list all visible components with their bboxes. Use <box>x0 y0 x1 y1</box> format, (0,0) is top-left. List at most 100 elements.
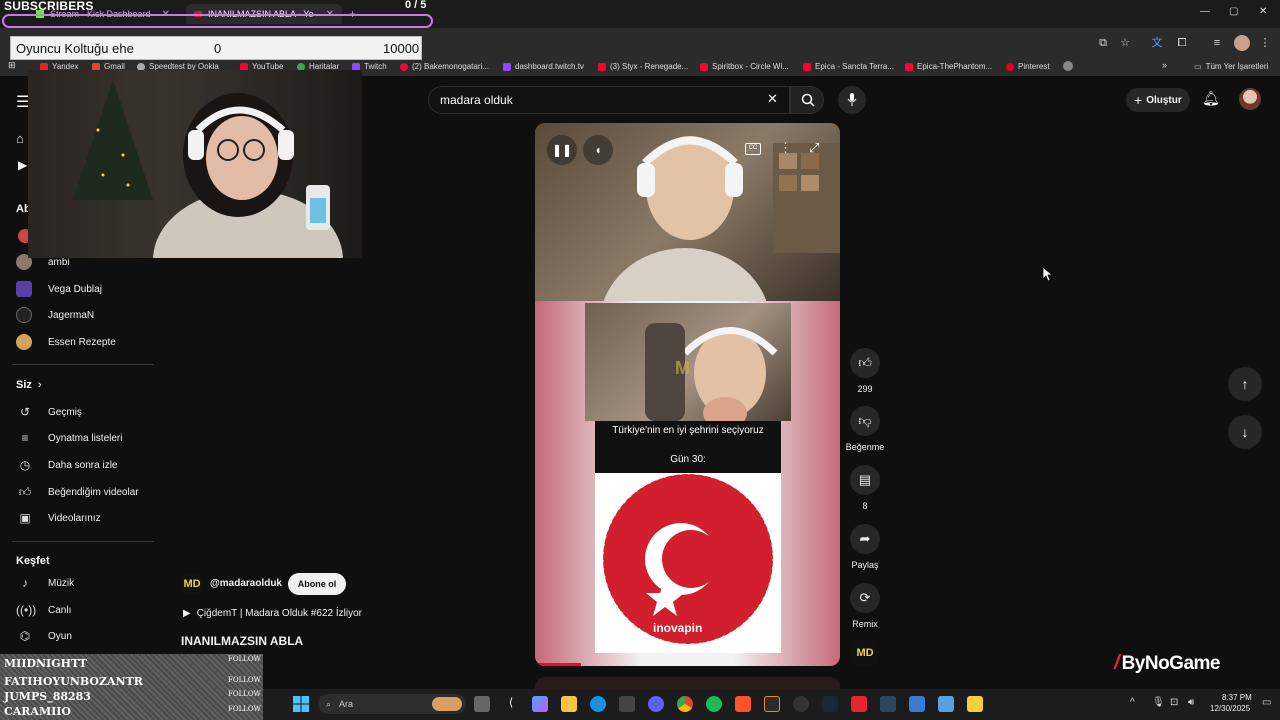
next-short-preview[interactable] <box>535 677 840 689</box>
bookmark-epica-sancta[interactable]: Epica - Sancta Terra... <box>803 62 894 71</box>
spotify-icon[interactable] <box>706 696 722 712</box>
settings-gear-icon[interactable] <box>909 696 925 712</box>
maximize-icon[interactable]: ▢ <box>1229 6 1238 17</box>
account-avatar[interactable] <box>1239 88 1261 110</box>
microphone-icon <box>847 93 857 106</box>
bookmark-spiritbox[interactable]: Spiritbox - Circle Wi... <box>700 62 789 71</box>
notifications-bell-icon[interactable]: 🔔︎ <box>1202 90 1220 107</box>
fullscreen-icon[interactable]: ⤢ <box>809 140 819 156</box>
sidebar-item-label: Daha sonra izle <box>48 459 118 471</box>
extensions-icon[interactable]: ⧠ <box>1175 36 1189 50</box>
profile-avatar[interactable] <box>1234 35 1250 51</box>
app-yellow-icon[interactable] <box>967 696 983 712</box>
network-icon[interactable]: ⊡ <box>1170 697 1178 708</box>
volume-button[interactable]: ◖ <box>583 135 613 165</box>
more-options-icon[interactable]: ⋮ <box>779 140 792 156</box>
captions-icon[interactable]: CC <box>745 143 761 155</box>
bookmark-epica-phantom[interactable]: Epica-ThePhantom... <box>905 62 992 71</box>
sidebar-item-gaming[interactable]: ⌬ Oyun <box>16 626 72 646</box>
photos-icon[interactable] <box>938 696 954 712</box>
search-icon: ⌕ <box>326 698 332 709</box>
brave-icon[interactable] <box>735 696 751 712</box>
minimize-icon[interactable]: — <box>1200 6 1210 17</box>
sidebar-item-watch-later[interactable]: ◷ Daha sonra izle <box>16 455 118 475</box>
windows-start-icon[interactable] <box>293 696 309 712</box>
bookmark-twitch-dashboard[interactable]: dashboard.twitch.tv <box>503 62 584 71</box>
sidebar-item-history[interactable]: ↺ Geçmiş <box>16 402 82 422</box>
steam-icon[interactable] <box>822 696 838 712</box>
short-video-player[interactable]: M Türkiye'nin en iyi şehrini seçiyoruz G… <box>535 123 840 666</box>
task-view-icon[interactable] <box>474 696 490 712</box>
sidebar-item-label: Vega Dublaj <box>48 283 102 295</box>
media-controls-icon[interactable]: ≡ <box>1210 36 1224 50</box>
bookmark-styx[interactable]: (3) Styx - Renegade... <box>598 62 688 71</box>
voice-search-button[interactable] <box>838 86 866 114</box>
volume-tray-icon[interactable]: 🔊︎ <box>1188 697 1194 708</box>
github-icon[interactable] <box>793 696 809 712</box>
browser-menu-icon[interactable]: ⋮ <box>1258 36 1272 50</box>
previous-short-button[interactable]: ↑ <box>1228 367 1262 401</box>
tray-overflow-icon[interactable]: ^ <box>1130 697 1135 708</box>
like-button[interactable]: 👍︎ 299 <box>850 348 880 394</box>
discord-icon[interactable] <box>648 696 664 712</box>
next-short-button[interactable]: ↓ <box>1228 415 1262 449</box>
bookmark-star-icon[interactable]: ☆ <box>1118 36 1132 50</box>
clock-time[interactable]: 8:37 PM <box>1222 693 1252 702</box>
subscribe-button[interactable]: Abone ol <box>288 573 346 595</box>
window-close-icon[interactable]: ✕ <box>1259 6 1267 17</box>
sidebar-item-jagerman[interactable]: JagermaN <box>16 305 94 325</box>
clock-date[interactable]: 12/30/2025 <box>1210 704 1250 713</box>
create-button[interactable]: + Oluştur <box>1126 88 1190 112</box>
notification-center-icon[interactable]: ▭ <box>1262 697 1271 708</box>
related-live-link[interactable]: ▶ ÇiğdemT | Madara Olduk #622 İzliyor <box>183 608 362 619</box>
translate-extension-icon[interactable]: 文 <box>1150 36 1164 50</box>
home-icon[interactable]: ⌂ <box>16 131 24 146</box>
pause-button[interactable]: ❚❚ <box>547 135 577 165</box>
microphone-tray-icon[interactable]: 🎙︎ <box>1152 697 1165 708</box>
search-input[interactable]: madara olduk <box>440 93 513 107</box>
install-app-icon[interactable]: ⧉ <box>1096 36 1110 50</box>
sidebar-item-essen-rezepte[interactable]: Essen Rezepte <box>16 332 116 352</box>
sidebar-item-liked-videos[interactable]: 👍︎ Beğendiğim videolar <box>16 482 139 502</box>
sidebar-item-live[interactable]: ((•)) Canlı <box>16 600 71 620</box>
follower-name: MIIDNIGHTT <box>4 657 87 670</box>
remix-label: Remix <box>852 619 878 629</box>
video-progress-bar[interactable] <box>535 663 581 666</box>
caption-line-2: Gün 30: <box>670 454 706 465</box>
play-triangle-icon: ▶ <box>183 608 191 619</box>
search-button[interactable] <box>790 86 824 114</box>
channel-handle[interactable]: @madaraolduk <box>210 578 282 589</box>
sidebar-item-vega-dublaj[interactable]: Vega Dublaj <box>16 279 102 299</box>
shorts-icon[interactable]: ▶ <box>18 158 27 172</box>
clear-search-icon[interactable]: ✕ <box>767 91 778 107</box>
sidebar-item-your-videos[interactable]: ▣ Videolarınız <box>16 508 100 528</box>
video-top-frame <box>535 123 840 398</box>
comments-button[interactable]: ▤ 8 <box>850 465 880 511</box>
taskbar-search[interactable]: ⌕ Ara <box>318 694 466 714</box>
sidebar-item-playlists[interactable]: ≡ Oynatma listeleri <box>16 428 122 448</box>
share-button[interactable]: ➦ Paylaş <box>842 524 888 570</box>
bookmark-pinterest[interactable]: Pinterest <box>1006 62 1050 71</box>
globe-icon[interactable] <box>1063 61 1073 71</box>
sidebar-item-music[interactable]: ♪ Müzik <box>16 573 74 593</box>
edge-icon[interactable] <box>590 696 606 712</box>
dislike-button[interactable]: 👎︎ Beğenme <box>842 406 888 452</box>
more-bookmarks-icon[interactable]: » <box>1162 60 1167 70</box>
you-section-heading[interactable]: Siz › <box>16 379 42 391</box>
copilot-icon[interactable] <box>532 696 548 712</box>
steam-alt-icon[interactable] <box>880 696 896 712</box>
audio-source-thumbnail[interactable]: MD <box>851 640 879 666</box>
app-red-icon[interactable] <box>851 696 867 712</box>
all-bookmarks[interactable]: ▭ Tüm Yer İşaretleri <box>1194 62 1268 71</box>
apps-grid-icon[interactable]: ⊞ <box>8 60 16 71</box>
channel-avatar <box>16 334 32 350</box>
file-explorer-icon[interactable] <box>561 696 577 712</box>
obs-icon[interactable] <box>764 696 780 712</box>
remix-button[interactable]: ⟳ Remix <box>850 583 880 629</box>
channel-logo[interactable]: MD <box>181 574 203 594</box>
chrome-icon[interactable] <box>677 696 693 712</box>
youtube-icon <box>598 62 606 71</box>
kick-app-icon[interactable]: ⟨ <box>503 696 519 712</box>
bookmark-bakemonogatari[interactable]: (2) Bakemonogatari... <box>400 62 489 71</box>
store-icon[interactable] <box>619 696 635 712</box>
